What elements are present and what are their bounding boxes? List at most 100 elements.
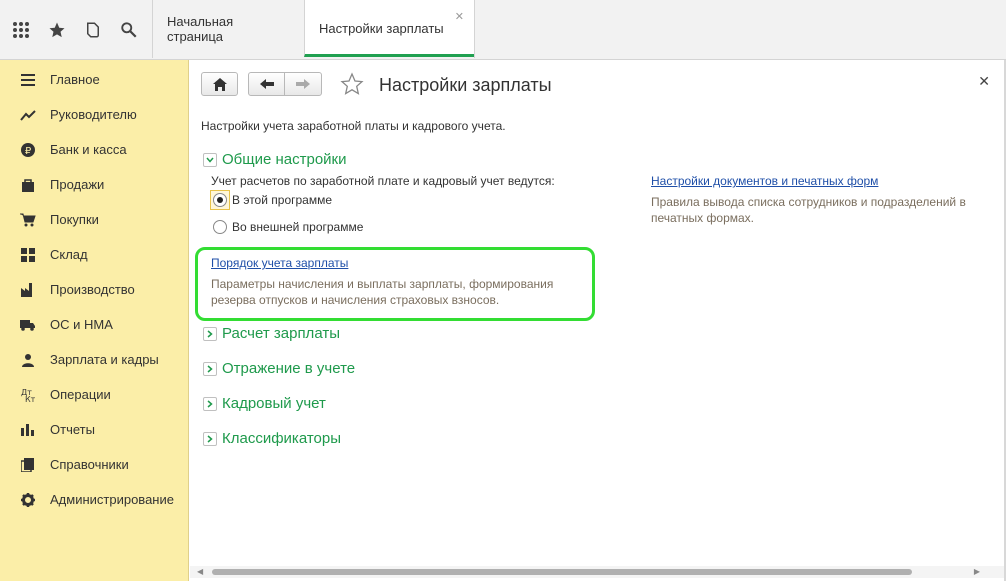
cart-icon bbox=[20, 212, 36, 228]
trend-icon bbox=[20, 107, 36, 123]
main-panel: Настройки зарплаты ✕ Настройки учета зар… bbox=[190, 60, 1004, 570]
salary-order-desc-line2: резерва отпусков и начисления страховых … bbox=[211, 293, 500, 307]
documents-settings-link[interactable]: Настройки документов и печатных форм bbox=[651, 174, 878, 188]
tab-salary-settings-label: Настройки зарплаты bbox=[319, 21, 444, 36]
section-general[interactable]: Общие настройки bbox=[203, 151, 347, 168]
bar-chart-icon bbox=[20, 422, 36, 438]
favorite-star-icon[interactable] bbox=[340, 72, 364, 96]
sidebar-item-label: Справочники bbox=[50, 457, 129, 472]
sidebar-item-label: ОС и НМА bbox=[50, 317, 113, 332]
page-title: Настройки зарплаты bbox=[379, 75, 552, 95]
bag-icon bbox=[20, 177, 36, 193]
section-accounting-reflection-label: Отражение в учете bbox=[222, 360, 356, 377]
sidebar-item-label: Главное bbox=[50, 72, 100, 87]
section-classifiers-label: Классификаторы bbox=[222, 430, 342, 447]
svg-text:₽: ₽ bbox=[25, 146, 32, 157]
sidebar-item-label: Банк и касса bbox=[50, 142, 127, 157]
horizontal-scrollbar[interactable]: ◀ ▶ bbox=[190, 566, 1004, 578]
ruble-icon: ₽ bbox=[20, 142, 36, 158]
scroll-right-icon[interactable]: ▶ bbox=[974, 567, 980, 576]
home-icon bbox=[212, 77, 227, 91]
truck-icon bbox=[20, 317, 36, 333]
sidebar-item-label: Покупки bbox=[50, 212, 99, 227]
sidebar-item-salary[interactable]: Зарплата и кадры bbox=[0, 342, 188, 377]
book-icon bbox=[20, 457, 36, 473]
sidebar-item-sales[interactable]: Продажи bbox=[0, 167, 188, 202]
tab-separator bbox=[474, 0, 475, 58]
radio-this-program[interactable]: В этой программе bbox=[210, 190, 332, 210]
sidebar-item-purchases[interactable]: Покупки bbox=[0, 202, 188, 237]
tab-bar: Начальная страница Настройки зарплаты ✕ bbox=[152, 0, 475, 60]
sidebar-item-production[interactable]: Производство bbox=[0, 272, 188, 307]
intro-text: Настройки учета заработной платы и кадро… bbox=[201, 119, 506, 133]
warehouse-icon bbox=[20, 247, 36, 263]
scroll-left-icon[interactable]: ◀ bbox=[197, 567, 203, 576]
favorites-star-icon[interactable] bbox=[46, 19, 68, 41]
top-icons bbox=[0, 0, 152, 60]
apps-grid-icon[interactable] bbox=[10, 19, 32, 41]
documents-desc-line1: Правила вывода списка сотрудников и подр… bbox=[651, 195, 966, 209]
sidebar: Главное Руководителю ₽ Банк и касса Прод… bbox=[0, 60, 189, 581]
radio-external-program-label: Во внешней программе bbox=[232, 220, 364, 234]
debit-credit-icon: Дт Кт bbox=[20, 387, 36, 403]
factory-icon bbox=[20, 282, 36, 298]
documents-desc-line2: печатных формах. bbox=[651, 211, 754, 225]
radio-box bbox=[210, 217, 230, 237]
sidebar-item-label: Склад bbox=[50, 247, 88, 262]
salary-order-link[interactable]: Порядок учета зарплаты bbox=[211, 256, 348, 270]
section-payroll-label: Расчет зарплаты bbox=[222, 325, 340, 342]
arrow-right-icon bbox=[296, 79, 310, 89]
accounting-question: Учет расчетов по заработной плате и кадр… bbox=[211, 174, 555, 188]
sidebar-item-administration[interactable]: Администрирование bbox=[0, 482, 188, 517]
close-form-icon[interactable]: ✕ bbox=[978, 73, 990, 90]
section-accounting-reflection[interactable]: Отражение в учете bbox=[203, 360, 355, 377]
sidebar-item-warehouse[interactable]: Склад bbox=[0, 237, 188, 272]
section-payroll[interactable]: Расчет зарплаты bbox=[203, 325, 340, 342]
close-tab-icon[interactable]: ✕ bbox=[455, 10, 464, 23]
radio-dot bbox=[217, 197, 223, 203]
sidebar-item-label: Зарплата и кадры bbox=[50, 352, 159, 367]
svg-text:Кт: Кт bbox=[25, 395, 35, 403]
section-hr-label: Кадровый учет bbox=[222, 395, 326, 412]
arrow-left-icon bbox=[259, 79, 274, 89]
sidebar-item-main[interactable]: Главное bbox=[0, 62, 188, 97]
top-bar: Начальная страница Настройки зарплаты ✕ bbox=[0, 0, 1006, 60]
home-button[interactable] bbox=[201, 72, 238, 96]
chevron-right-icon bbox=[203, 396, 217, 411]
people-icon bbox=[20, 352, 36, 368]
tab-home[interactable]: Начальная страница bbox=[152, 0, 304, 58]
section-hr[interactable]: Кадровый учет bbox=[203, 395, 326, 412]
history-icon[interactable] bbox=[82, 19, 104, 41]
sidebar-item-label: Продажи bbox=[50, 177, 105, 192]
tab-home-label: Начальная страница bbox=[167, 14, 234, 44]
radio-this-program-label: В этой программе bbox=[232, 193, 333, 207]
sidebar-item-reports[interactable]: Отчеты bbox=[0, 412, 188, 447]
radio-button-selected[interactable] bbox=[213, 193, 227, 207]
sidebar-item-operations[interactable]: Дт Кт Операции bbox=[0, 377, 188, 412]
section-classifiers[interactable]: Классификаторы bbox=[203, 430, 341, 447]
radio-external-program[interactable]: Во внешней программе bbox=[210, 217, 363, 237]
radio-button[interactable] bbox=[213, 220, 227, 234]
sidebar-item-label: Операции bbox=[50, 387, 111, 402]
gear-icon bbox=[20, 492, 36, 508]
sidebar-item-label: Руководителю bbox=[50, 107, 137, 122]
chevron-right-icon bbox=[203, 361, 217, 376]
sidebar-item-bank[interactable]: ₽ Банк и касса bbox=[0, 132, 188, 167]
sidebar-item-label: Администрирование bbox=[50, 492, 174, 507]
search-icon[interactable] bbox=[118, 19, 140, 41]
chevron-right-icon bbox=[203, 326, 217, 341]
sidebar-item-label: Производство bbox=[50, 282, 135, 297]
scrollbar-thumb[interactable] bbox=[212, 569, 912, 575]
sidebar-item-label: Отчеты bbox=[50, 422, 95, 437]
radio-focus-box bbox=[210, 190, 230, 210]
salary-order-desc-line1: Параметры начисления и выплаты зарплаты,… bbox=[211, 277, 554, 291]
chevron-right-icon bbox=[203, 431, 217, 446]
menu-icon bbox=[20, 72, 36, 88]
back-button[interactable] bbox=[248, 72, 285, 96]
sidebar-item-manager[interactable]: Руководителю bbox=[0, 97, 188, 132]
sidebar-item-directories[interactable]: Справочники bbox=[0, 447, 188, 482]
section-general-label: Общие настройки bbox=[222, 151, 347, 168]
forward-button[interactable] bbox=[284, 72, 322, 96]
tab-salary-settings[interactable]: Настройки зарплаты ✕ bbox=[304, 0, 474, 57]
sidebar-item-fixed-assets[interactable]: ОС и НМА bbox=[0, 307, 188, 342]
